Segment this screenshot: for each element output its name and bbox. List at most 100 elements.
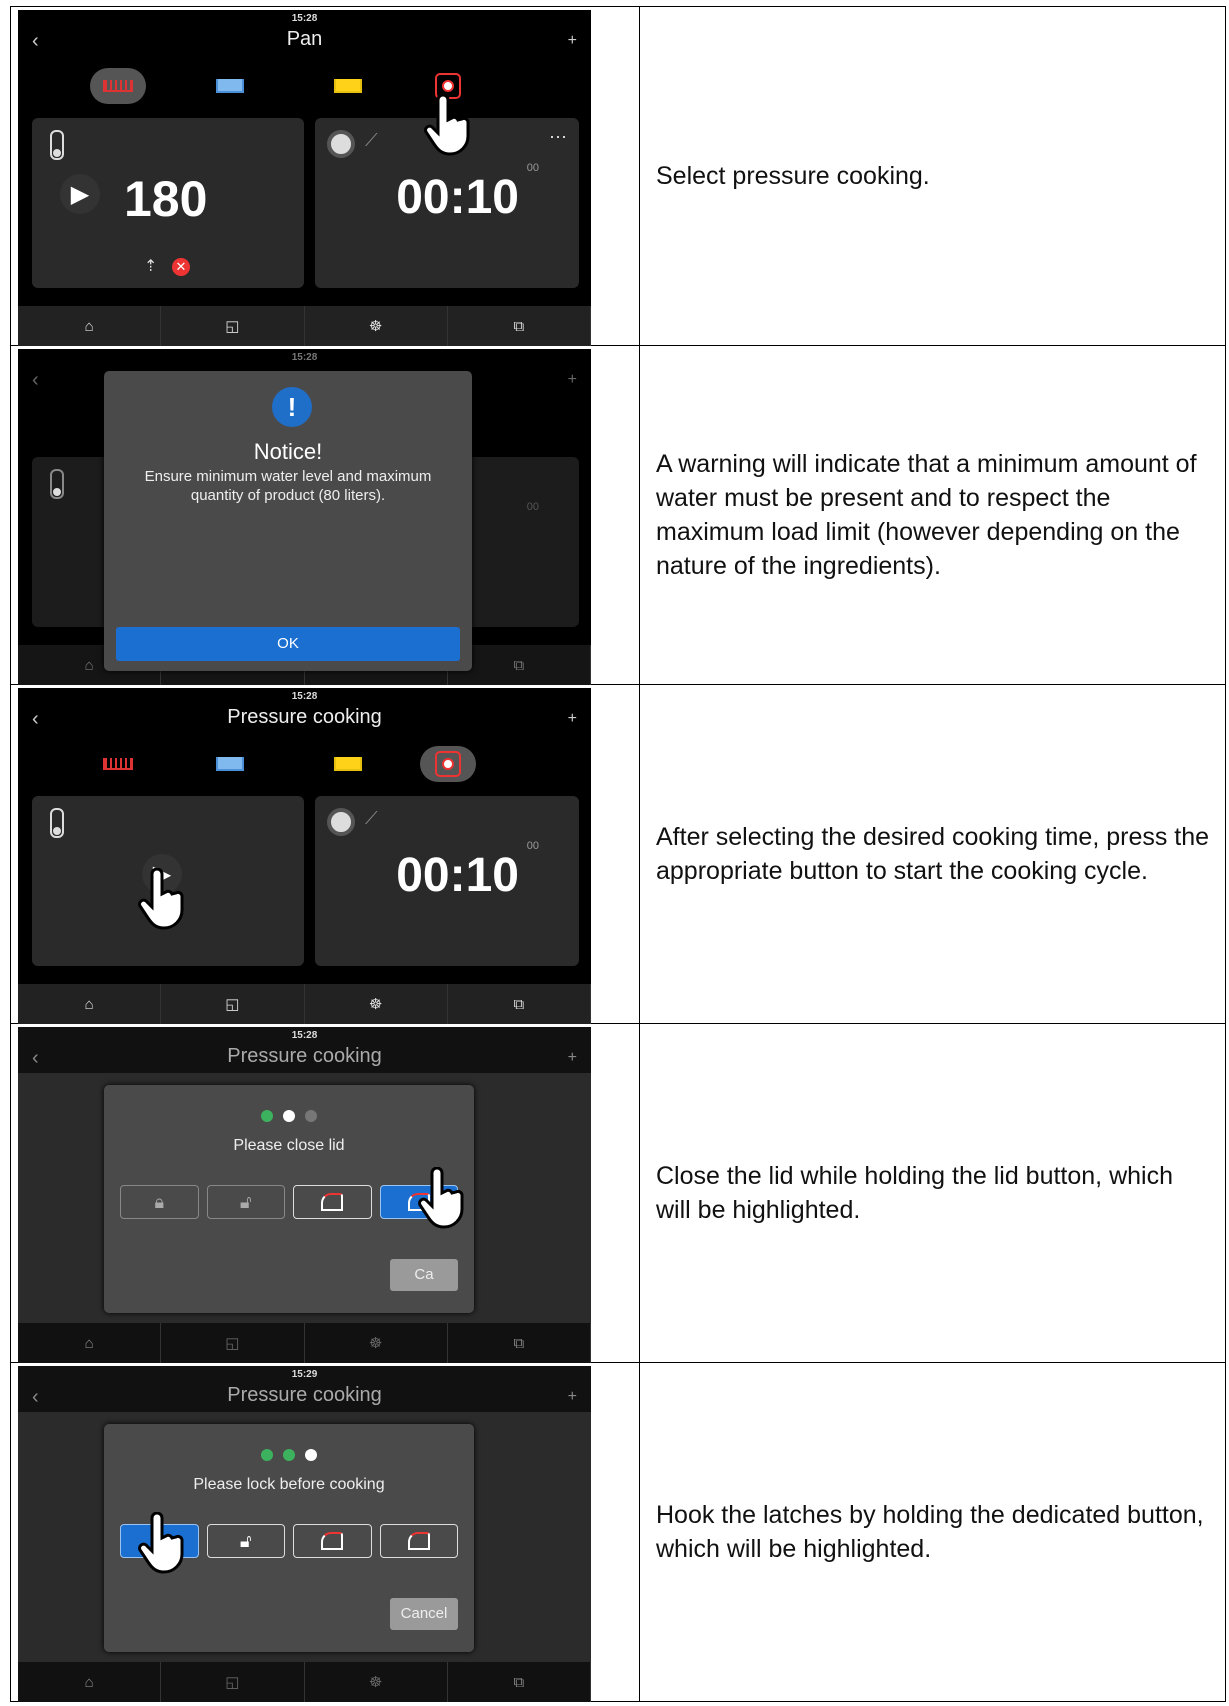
progress-steps bbox=[104, 1107, 474, 1125]
step-description: Close the lid while holding the lid butt… bbox=[639, 1023, 1226, 1363]
step-done-dot bbox=[261, 1109, 273, 1122]
bottom-nav: ⌂ ◱ ☸ ⧉ bbox=[18, 1323, 591, 1363]
timer-value: 00:10 bbox=[396, 849, 519, 902]
step-row-5: 15:29 ‹ Pressure cooking + Please lock b… bbox=[10, 1362, 1226, 1702]
dialog-message: Please lock before cooking bbox=[193, 1476, 385, 1493]
step-row-3: 15:28 ‹ Pressure cooking + ▶ ⟋ 00 bbox=[10, 684, 1226, 1024]
clock: 15:28 bbox=[291, 352, 318, 363]
timer-panel[interactable]: ⟋ 00 00:10 bbox=[315, 796, 579, 966]
step-description: Select pressure cooking. bbox=[639, 6, 1226, 346]
recipe-icon[interactable]: ◱ bbox=[161, 984, 305, 1024]
home-icon[interactable]: ⌂ bbox=[18, 306, 162, 346]
screen-title: Pressure cooking bbox=[227, 1384, 382, 1406]
oil-icon bbox=[334, 757, 362, 771]
plus-icon[interactable]: + bbox=[568, 32, 577, 50]
warning-icon: ! bbox=[272, 387, 312, 427]
pointing-hand-icon bbox=[136, 1511, 188, 1574]
lid-button-row: 🔒︎ 🔓︎ bbox=[120, 1185, 458, 1219]
settings-icon[interactable]: ⧉ bbox=[448, 1662, 591, 1702]
step-done-dot bbox=[283, 1448, 295, 1461]
pan-mode-button[interactable] bbox=[90, 68, 146, 104]
step-row-4: 15:28 ‹ Pressure cooking + Please close … bbox=[10, 1023, 1226, 1363]
pointing-hand-icon bbox=[136, 867, 188, 930]
device-screen: 15:28 ‹ Pressure cooking + ▶ ⟋ 00 bbox=[18, 688, 591, 1024]
chef-icon[interactable]: ☸ bbox=[305, 984, 448, 1024]
open-lid-button[interactable] bbox=[293, 1524, 372, 1558]
step-description: Hook the latches by holding the dedicate… bbox=[639, 1362, 1226, 1702]
step-current-dot bbox=[305, 1448, 317, 1461]
open-lid-button[interactable] bbox=[293, 1185, 372, 1219]
step-description: A warning will indicate that a minimum a… bbox=[639, 345, 1226, 685]
seconds-label: 00 bbox=[526, 501, 539, 513]
oil-icon bbox=[334, 79, 362, 93]
mode-bar bbox=[18, 746, 591, 786]
chef-icon[interactable]: ☸ bbox=[305, 1662, 448, 1702]
bottom-nav: ⌂ ◱ ☸ ⧉ bbox=[18, 984, 591, 1024]
recipe-icon[interactable]: ◱ bbox=[161, 306, 305, 346]
instruction-table: 15:28 ‹ Pan + ▶ 180 ⇡ ✕ ⟋ ··· 00 00:10 ⌂… bbox=[10, 6, 1226, 1702]
settings-icon[interactable]: ⧉ bbox=[448, 306, 591, 346]
mode-bar bbox=[18, 68, 591, 108]
step-row-1: 15:28 ‹ Pan + ▶ 180 ⇡ ✕ ⟋ ··· 00 00:10 ⌂… bbox=[10, 6, 1226, 346]
cancel-button[interactable]: Ca bbox=[390, 1259, 458, 1291]
step-row-2: 15:28 ‹ + 00 ⌂ ⧉ ! Notice! Ensure minimu… bbox=[10, 345, 1226, 685]
probe-icon: ⟋ bbox=[365, 808, 378, 828]
thermometer-icon bbox=[50, 130, 64, 160]
lock-button[interactable]: 🔒︎ bbox=[120, 1185, 199, 1219]
oil-mode-button[interactable] bbox=[320, 746, 376, 782]
chef-icon[interactable]: ☸ bbox=[305, 306, 448, 346]
water-icon bbox=[216, 79, 244, 93]
chevron-left-icon[interactable]: ‹ bbox=[32, 369, 39, 392]
more-icon[interactable]: ··· bbox=[549, 126, 567, 147]
screen-title: Pressure cooking bbox=[227, 706, 382, 728]
clock: 15:28 bbox=[291, 1030, 318, 1041]
device-screen: 15:28 ‹ Pressure cooking + Please close … bbox=[18, 1027, 591, 1363]
pressure-mode-button[interactable] bbox=[420, 746, 476, 782]
recipe-icon[interactable]: ◱ bbox=[161, 1323, 305, 1363]
pan-icon bbox=[103, 758, 133, 770]
play-icon[interactable]: ▶ bbox=[60, 174, 100, 214]
seconds-label: 00 bbox=[526, 840, 539, 852]
unlock-button[interactable]: 🔓︎ bbox=[206, 1185, 285, 1219]
screenshot-cell: 15:28 ‹ Pan + ▶ 180 ⇡ ✕ ⟋ ··· 00 00:10 ⌂… bbox=[10, 6, 640, 346]
home-icon[interactable]: ⌂ bbox=[18, 1323, 162, 1363]
settings-icon[interactable]: ⧉ bbox=[448, 984, 591, 1024]
plus-icon[interactable]: + bbox=[568, 1388, 577, 1406]
step-done-dot bbox=[261, 1448, 273, 1461]
step-description: After selecting the desired cooking time… bbox=[639, 684, 1226, 1024]
pointing-hand-icon bbox=[416, 1166, 468, 1229]
screenshot-cell: 15:28 ‹ + 00 ⌂ ⧉ ! Notice! Ensure minimu… bbox=[10, 345, 640, 685]
step-pending-dot bbox=[305, 1109, 317, 1122]
progress-steps bbox=[104, 1446, 474, 1464]
pan-mode-button[interactable] bbox=[90, 746, 146, 782]
step-current-dot bbox=[283, 1109, 295, 1122]
home-icon[interactable]: ⌂ bbox=[18, 1662, 162, 1702]
timer-icon bbox=[327, 130, 355, 158]
notice-dialog: ! Notice! Ensure minimum water level and… bbox=[104, 371, 472, 671]
notice-title: Notice! bbox=[253, 439, 323, 464]
lid-icon bbox=[321, 1193, 344, 1211]
temperature-panel[interactable]: ▶ 180 ⇡ ✕ bbox=[32, 118, 304, 288]
plus-icon[interactable]: + bbox=[568, 1049, 577, 1067]
close-lid-button[interactable] bbox=[379, 1524, 458, 1558]
unlock-icon: 🔓︎ bbox=[239, 1530, 252, 1551]
plus-icon[interactable]: + bbox=[568, 371, 577, 389]
probe-icon: ⟋ bbox=[365, 130, 378, 150]
water-mode-button[interactable] bbox=[202, 746, 258, 782]
recipe-icon[interactable]: ◱ bbox=[161, 1662, 305, 1702]
cancel-button[interactable]: Cancel bbox=[390, 1598, 458, 1630]
unlock-button[interactable]: 🔓︎ bbox=[206, 1524, 285, 1558]
dialog-message: Please close lid bbox=[233, 1137, 345, 1154]
lock-icon: 🔒︎ bbox=[154, 1191, 165, 1212]
temperature-value: 180 bbox=[124, 171, 208, 227]
oil-mode-button[interactable] bbox=[320, 68, 376, 104]
plus-icon[interactable]: + bbox=[568, 710, 577, 728]
settings-icon[interactable]: ⧉ bbox=[448, 1323, 591, 1363]
water-mode-button[interactable] bbox=[202, 68, 258, 104]
close-icon[interactable]: ✕ bbox=[172, 258, 190, 276]
bottom-nav: ⌂ ◱ ☸ ⧉ bbox=[18, 1662, 591, 1702]
ok-button[interactable]: OK bbox=[116, 627, 460, 661]
home-icon[interactable]: ⌂ bbox=[18, 984, 162, 1024]
device-screen: 15:28 ‹ + 00 ⌂ ⧉ ! Notice! Ensure minimu… bbox=[18, 349, 591, 685]
chef-icon[interactable]: ☸ bbox=[305, 1323, 448, 1363]
